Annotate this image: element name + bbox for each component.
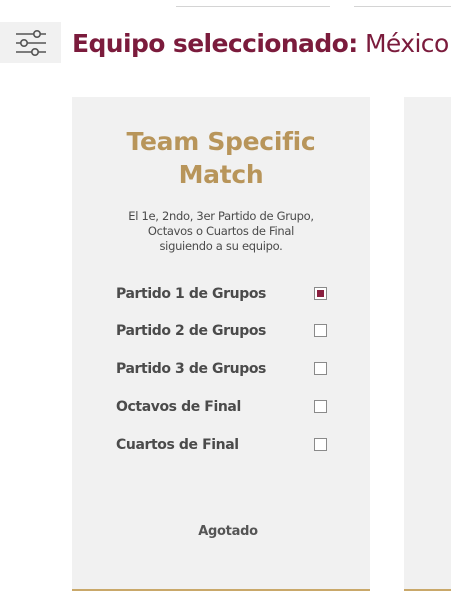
- card-title-line1: Team Specific: [126, 127, 316, 156]
- checkbox-checked[interactable]: [314, 287, 327, 300]
- option-partido-1-de-grupos[interactable]: Partido 1 de Grupos: [116, 283, 328, 305]
- checkbox-fill: [317, 290, 324, 297]
- sliders-filter-icon: [15, 29, 46, 56]
- option-label: Octavos de Final: [116, 399, 241, 415]
- option-partido-2-de-grupos[interactable]: Partido 2 de Grupos: [116, 320, 328, 342]
- option-label: Cuartos de Final: [116, 437, 239, 453]
- team-specific-match-card: Team Specific Match El 1e, 2ndo, 3er Par…: [72, 97, 370, 591]
- card-description: El 1e, 2ndo, 3er Partido de Grupo, Octav…: [96, 209, 346, 254]
- card-description-line1: El 1e, 2ndo, 3er Partido de Grupo,: [128, 209, 314, 223]
- checkbox[interactable]: [314, 400, 327, 413]
- option-cuartos-de-final[interactable]: Cuartos de Final: [116, 434, 328, 456]
- sold-out-status: Agotado: [198, 524, 258, 539]
- option-label: Partido 3 de Grupos: [116, 361, 266, 377]
- top-divider-right: [354, 6, 451, 7]
- checkbox[interactable]: [314, 362, 327, 375]
- option-partido-3-de-grupos[interactable]: Partido 3 de Grupos: [116, 358, 328, 380]
- checkbox[interactable]: [314, 438, 327, 451]
- card-description-line3: siguiendo a su equipo.: [159, 239, 283, 253]
- card-description-line2: Octavos o Cuartos de Final: [147, 224, 295, 238]
- card-title: Team Specific Match: [72, 125, 370, 191]
- card-title-line2: Match: [178, 160, 264, 189]
- selected-team-heading: Equipo seleccionado: México: [72, 24, 449, 64]
- checkbox[interactable]: [314, 324, 327, 337]
- selected-team-label: Equipo seleccionado:: [72, 29, 358, 58]
- top-divider-left: [176, 6, 330, 7]
- option-octavos-de-final[interactable]: Octavos de Final: [116, 396, 328, 418]
- option-label: Partido 1 de Grupos: [116, 286, 266, 302]
- next-card-partial: [404, 97, 451, 591]
- option-label: Partido 2 de Grupos: [116, 323, 266, 339]
- filter-button[interactable]: [0, 22, 61, 63]
- selected-team-value: México: [357, 29, 449, 58]
